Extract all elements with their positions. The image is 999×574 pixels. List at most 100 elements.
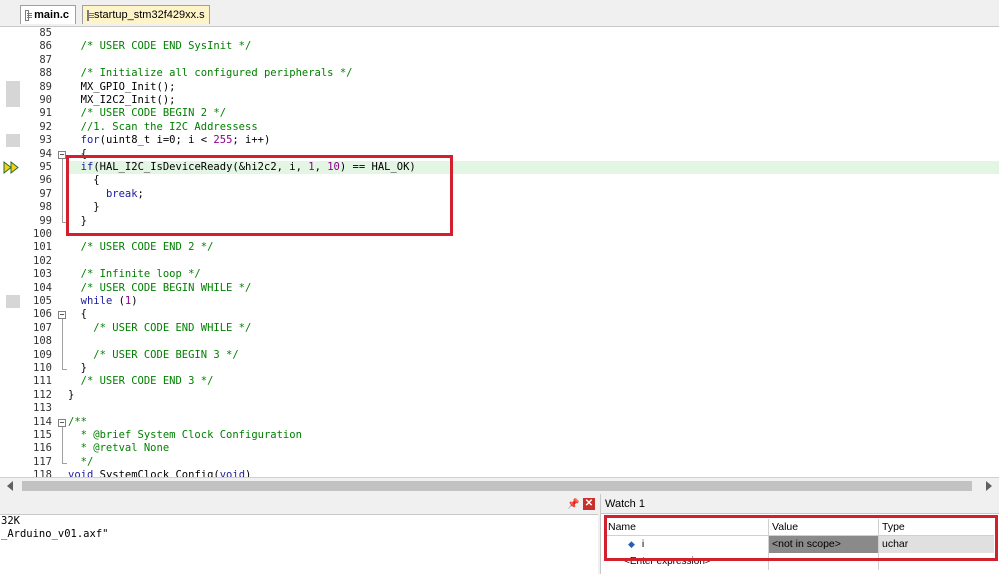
code-line[interactable]: } [68,389,999,402]
code-line[interactable] [68,335,999,348]
fold-column: − − − [56,27,68,477]
line-number: 106 [33,308,52,321]
line-numbers: 85 86 87 88 89 90 91 92 93 94 95 96 97 98 99 100 101 102 1… [22,27,56,477]
line-number: 112 [33,388,52,401]
fold-guide [62,319,63,369]
code-line[interactable]: { [68,308,999,321]
build-output-text: 32K _Arduino_v01.axf" [0,515,598,574]
code-line[interactable] [68,402,999,415]
line-number: 114 [33,415,52,428]
line-number: 98 [39,201,52,214]
line-number: 97 [39,187,52,200]
code-line[interactable] [68,255,999,268]
fold-guide-end [62,462,67,464]
line-number: 85 [39,27,52,39]
line-number: 96 [39,174,52,187]
line-number: 91 [39,107,52,120]
code-highlight-box [66,155,453,236]
line-number: 118 [33,469,52,477]
build-output-line: 32K [1,515,20,527]
execution-arrow-icon [3,161,19,174]
fold-guide-end [62,369,67,370]
line-number: 105 [33,295,52,307]
tab-label: main.c [34,9,69,21]
build-output-titlebar: 📌 ✕ [0,494,598,515]
line-number: 101 [33,241,52,254]
line-number: 103 [33,268,52,281]
pin-icon[interactable]: 📌 [567,499,579,510]
tab-main-c[interactable]: main.c [20,5,76,24]
fold-toggle-icon[interactable]: − [58,150,66,159]
watch-title: Watch 1 [601,494,999,514]
breakpoint-gutter[interactable] [0,27,22,477]
line-number: 93 [39,134,52,147]
line-number: 92 [39,120,52,133]
code-line[interactable]: /* Initialize all configured peripherals… [68,67,999,80]
line-number: 89 [39,80,52,93]
code-line[interactable]: /* USER CODE END WHILE */ [68,322,999,335]
file-icon [87,9,94,21]
line-number: 94 [39,147,52,160]
line-number: 117 [33,455,52,468]
line-number: 111 [33,375,52,388]
line-number: 113 [33,402,52,415]
line-number: 95 [39,161,52,173]
line-number: 99 [39,214,52,227]
watch-window: Watch 1 Name Value Type ◆ i <not in scop… [600,494,999,574]
code-line[interactable]: /* USER CODE END 3 */ [68,375,999,388]
line-number: 100 [33,228,52,240]
fold-toggle-icon[interactable]: − [58,418,66,427]
line-number: 108 [33,335,52,348]
code-coverage-marker [6,295,20,308]
close-icon[interactable]: ✕ [583,498,595,510]
line-number: 109 [33,348,52,361]
code-line[interactable]: MX_I2C2_Init(); [68,94,999,107]
line-number: 107 [33,321,52,334]
code-line[interactable] [68,54,999,67]
tab-startup-file[interactable]: startup_stm32f429xx.s [82,5,210,24]
code-line[interactable]: /* USER CODE END 2 */ [68,241,999,254]
fold-guide [62,426,63,463]
code-line[interactable]: /* USER CODE END SysInit */ [68,40,999,53]
line-number: 90 [39,94,52,106]
bottom-panels: 📌 ✕ 32K _Arduino_v01.axf" Watch 1 Name V… [0,494,999,574]
code-editor[interactable]: 85 86 87 88 89 90 91 92 93 94 95 96 97 98 99 100 101 102 1… [0,27,999,477]
scroll-left-icon[interactable] [7,481,13,491]
line-number: 104 [33,281,52,294]
line-number: 88 [39,67,52,80]
code-line[interactable]: for(uint8_t i=0; i < 255; i++) [68,134,999,147]
code-line[interactable]: * @retval None [68,442,999,455]
code-line[interactable]: /* Infinite loop */ [68,268,999,281]
build-output-line: _Arduino_v01.axf" [1,528,109,540]
scroll-right-icon[interactable] [986,481,992,491]
code-line[interactable]: /** [68,416,999,429]
line-number: 110 [33,362,52,374]
file-icon [25,9,33,21]
fold-guide [62,158,63,222]
editor-tab-bar: main.c startup_stm32f429xx.s [0,0,999,27]
watch-highlight-box [604,515,998,561]
line-number: 102 [33,254,52,267]
code-line[interactable]: //1. Scan the I2C Addressess [68,121,999,134]
line-number: 116 [33,442,52,455]
scrollbar-thumb[interactable] [22,481,972,491]
code-line[interactable]: * @brief System Clock Configuration [68,429,999,442]
code-line[interactable]: void SystemClock_Config(void) [68,469,999,477]
code-line[interactable]: while (1) [68,295,999,308]
tab-label: startup_stm32f429xx.s [94,9,205,21]
editor-horizontal-scrollbar[interactable] [0,477,999,494]
code-line[interactable] [68,27,999,40]
code-line[interactable]: /* USER CODE BEGIN 3 */ [68,349,999,362]
code-line[interactable]: MX_GPIO_Init(); [68,81,999,94]
line-number: 86 [39,40,52,53]
code-coverage-marker [6,94,20,107]
line-number: 115 [33,429,52,441]
code-line[interactable]: /* USER CODE BEGIN 2 */ [68,107,999,120]
code-coverage-marker [6,134,20,148]
code-line[interactable]: } [68,362,999,375]
code-coverage-marker [6,80,20,94]
code-line[interactable]: /* USER CODE BEGIN WHILE */ [68,282,999,295]
fold-toggle-icon[interactable]: − [58,311,66,320]
line-number: 87 [39,53,52,66]
code-line[interactable]: */ [68,456,999,469]
